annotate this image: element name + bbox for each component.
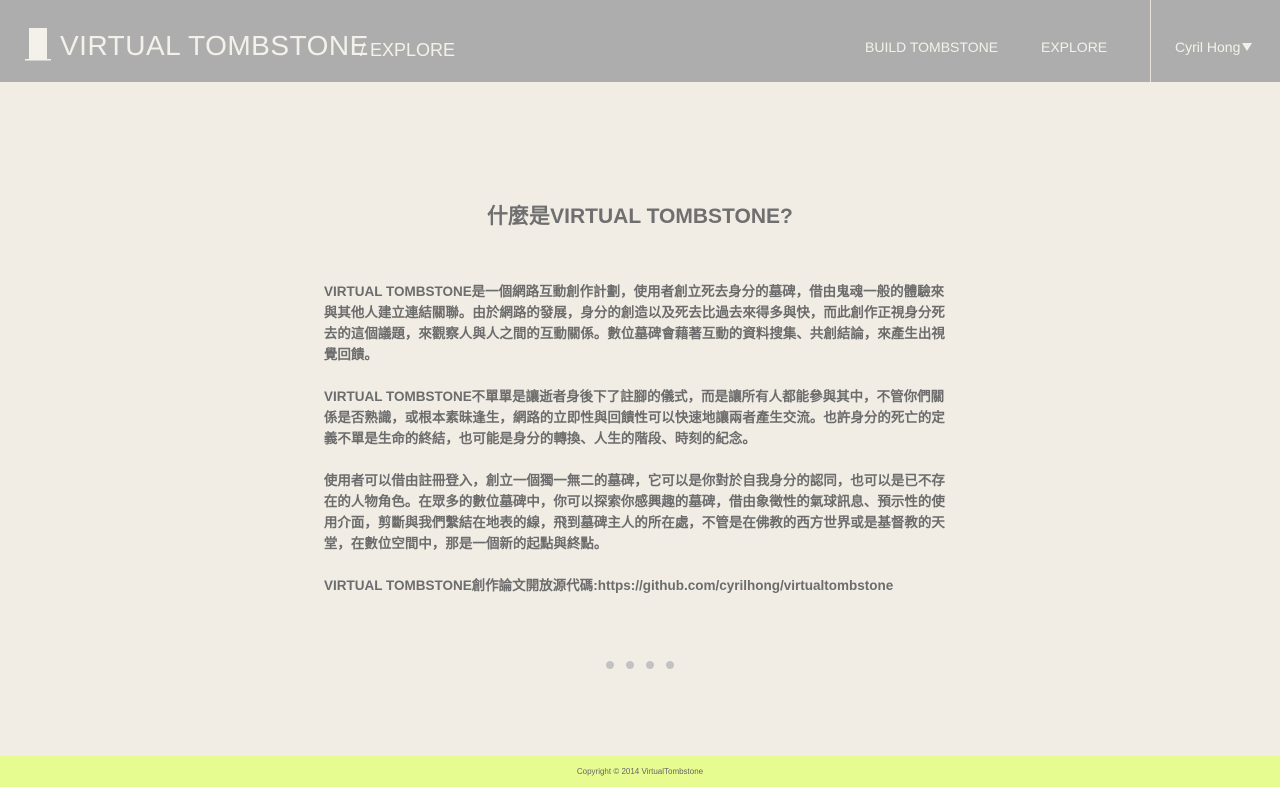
- page-subtitle: / EXPLORE: [360, 40, 456, 60]
- carousel-dot[interactable]: [666, 661, 674, 669]
- about-paragraph: VIRTUAL TOMBSTONE是一個網路互動創作計劃，使用者創立死去身分的墓…: [324, 284, 945, 362]
- page-title: 什麼是VIRTUAL TOMBSTONE?: [487, 205, 793, 228]
- caret-down-icon: [1242, 43, 1253, 51]
- nav-build-tombstone[interactable]: BUILD TOMBSTONE: [865, 39, 998, 55]
- header: VIRTUAL TOMBSTONE / EXPLORE BUILD TOMBST…: [0, 0, 1280, 82]
- about-paragraph: 使用者可以借由註冊登入，創立一個獨一無二的墓碑，它可以是你對於自我身分的認同，也…: [324, 473, 945, 551]
- site-title[interactable]: VIRTUAL TOMBSTONE: [60, 29, 369, 63]
- tombstone-logo-icon[interactable]: [25, 28, 51, 61]
- nav-explore[interactable]: EXPLORE: [1041, 39, 1107, 55]
- user-name: Cyril Hong: [1175, 39, 1241, 55]
- source-code-paragraph: VIRTUAL TOMBSTONE創作論文開放源代碼:https://githu…: [324, 578, 894, 593]
- carousel-dot[interactable]: [626, 661, 634, 669]
- about-content: VIRTUAL TOMBSTONE是一個網路互動創作計劃，使用者創立死去身分的墓…: [324, 281, 956, 617]
- about-paragraph: VIRTUAL TOMBSTONE不單單是讓逝者身後下了註腳的儀式，而是讓所有人…: [324, 389, 945, 446]
- carousel-dot[interactable]: [646, 661, 654, 669]
- carousel-dot[interactable]: [606, 661, 614, 669]
- footer: Copyright © 2014 VirtualTombstone: [0, 756, 1280, 787]
- copyright-text: Copyright © 2014 VirtualTombstone: [576, 767, 704, 776]
- header-divider: [1150, 0, 1151, 82]
- user-menu[interactable]: Cyril Hong: [1175, 39, 1253, 55]
